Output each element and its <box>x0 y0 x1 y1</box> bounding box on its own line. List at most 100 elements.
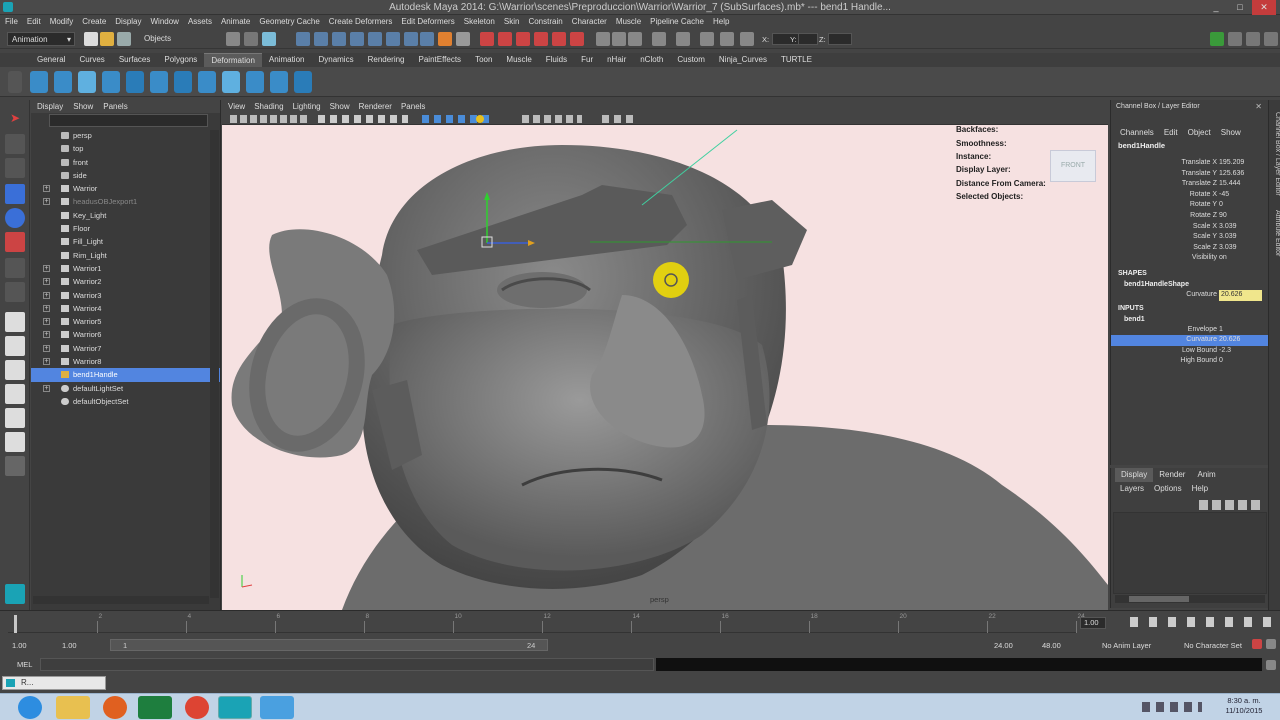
end-time-field[interactable]: 48.00 <box>1042 641 1061 650</box>
expand-icon[interactable]: + <box>43 331 50 339</box>
chrome-icon[interactable] <box>185 696 209 719</box>
layer-tab-display[interactable]: Display <box>1115 468 1154 482</box>
shelf-tab-surfaces[interactable]: Surfaces <box>112 53 158 67</box>
input-line-icon[interactable] <box>596 32 610 46</box>
internet-explorer-icon[interactable] <box>18 696 42 719</box>
channel-value[interactable]: 0 <box>1219 200 1223 211</box>
viewport-menu-lighting[interactable]: Lighting <box>293 102 321 111</box>
new-scene-icon[interactable] <box>84 32 98 46</box>
lock-icon[interactable] <box>438 32 452 46</box>
layout-toggle-icon[interactable] <box>1210 32 1224 46</box>
move-tool-icon[interactable] <box>5 184 25 204</box>
viewport-menu-renderer[interactable]: Renderer <box>359 102 392 111</box>
shelf-menu-icon[interactable] <box>8 71 22 93</box>
xray-icons[interactable] <box>602 115 638 123</box>
batch-render-icon[interactable] <box>570 32 584 46</box>
input-channel-value[interactable]: -2.3 <box>1219 346 1231 357</box>
outliner-item[interactable]: + Warrior7 <box>31 342 220 355</box>
four-view-layout-icon[interactable] <box>5 336 25 356</box>
outliner-item[interactable]: + Warrior5 <box>31 315 220 328</box>
menu-muscle[interactable]: Muscle <box>616 17 641 26</box>
shelf-tab-fluids[interactable]: Fluids <box>539 53 574 67</box>
channel-row[interactable]: Scale Y 3.039 <box>1111 232 1268 243</box>
menu-assets[interactable]: Assets <box>188 17 212 26</box>
channel-row[interactable]: Translate Y 125.636 <box>1111 169 1268 180</box>
render-settings-icon[interactable] <box>516 32 530 46</box>
channel-value[interactable]: 3.039 <box>1219 243 1237 254</box>
viewport-menu-show[interactable]: Show <box>330 102 350 111</box>
camera-tools-icons[interactable] <box>230 115 310 123</box>
notes-icon[interactable] <box>260 696 294 719</box>
expand-icon[interactable]: + <box>43 278 50 286</box>
lattice-icon[interactable] <box>54 71 72 93</box>
expand-icon[interactable]: + <box>43 264 50 272</box>
channel-row[interactable]: Rotate X -45 <box>1111 190 1268 201</box>
shelf-tab-toon[interactable]: Toon <box>468 53 499 67</box>
channel-menu-object[interactable]: Object <box>1188 128 1211 137</box>
current-time-marker[interactable] <box>14 615 17 633</box>
y-coordinate-field[interactable] <box>798 33 818 45</box>
expand-icon[interactable]: + <box>43 358 50 366</box>
ipr-render-icon[interactable] <box>498 32 512 46</box>
outliner-item[interactable]: defaultObjectSet <box>31 395 220 408</box>
shelf-tab-painteffects[interactable]: PaintEffects <box>412 53 469 67</box>
perspective-viewport[interactable]: Backfaces: Smoothness: Instance: Display… <box>222 125 1108 610</box>
outliner-item[interactable]: + Warrior6 <box>31 328 220 341</box>
select-component-icon[interactable] <box>262 32 276 46</box>
render-view-icon[interactable] <box>456 32 470 46</box>
mel-label[interactable]: MEL <box>17 660 32 669</box>
channel-box-toggle-icon[interactable] <box>1264 32 1278 46</box>
menu-constrain[interactable]: Constrain <box>528 17 562 26</box>
selection-mode-dropdown[interactable]: Objects <box>140 32 212 46</box>
menu-animate[interactable]: Animate <box>221 17 250 26</box>
outliner-item[interactable]: + Warrior4 <box>31 302 220 315</box>
sculpt-icon[interactable] <box>270 71 288 93</box>
outliner-item[interactable]: + headusOBJexport1 <box>31 195 220 208</box>
channel-row[interactable]: Rotate Z 90 <box>1111 211 1268 222</box>
shelf-tab-dynamics[interactable]: Dynamics <box>311 53 360 67</box>
shelf-tab-ninja_curves[interactable]: Ninja_Curves <box>712 53 774 67</box>
channel-value[interactable]: 3.039 <box>1219 222 1237 233</box>
outliner-item[interactable]: Fill_Light <box>31 235 220 248</box>
layer-list[interactable] <box>1113 512 1267 594</box>
z-coordinate-field[interactable] <box>828 33 852 45</box>
channel-value[interactable]: 125.636 <box>1219 169 1244 180</box>
current-frame-field[interactable]: 1.00 <box>1080 617 1106 629</box>
wave-icon[interactable] <box>246 71 264 93</box>
channel-row[interactable]: Visibility on <box>1111 253 1268 264</box>
channel-value[interactable]: -45 <box>1219 190 1229 201</box>
wrap-icon[interactable] <box>78 71 96 93</box>
maximize-button[interactable]: □ <box>1228 0 1252 15</box>
input-channel-row[interactable]: Curvature 20.626 <box>1111 335 1268 346</box>
channel-box-tab[interactable]: Channel Box / Layer Editor <box>1269 112 1280 202</box>
input-channel-row[interactable]: Low Bound -2.3 <box>1111 346 1268 357</box>
display-mode-icons[interactable] <box>318 115 408 123</box>
soft-mod-tool-icon[interactable] <box>5 258 25 278</box>
twist-icon[interactable] <box>222 71 240 93</box>
channel-row[interactable]: Scale Z 3.039 <box>1111 243 1268 254</box>
custom-layout-icon[interactable] <box>5 432 25 452</box>
help-icon[interactable] <box>420 32 434 46</box>
auto-key-icon[interactable] <box>1252 639 1262 649</box>
shelf-tab-animation[interactable]: Animation <box>262 53 312 67</box>
viewport-menu-panels[interactable]: Panels <box>401 102 425 111</box>
squash-icon[interactable] <box>198 71 216 93</box>
channel-value[interactable]: 90 <box>1219 211 1227 222</box>
snap-curve-icon[interactable] <box>314 32 328 46</box>
render-globals-icon[interactable] <box>552 32 566 46</box>
single-perspective-layout-icon[interactable] <box>5 312 25 332</box>
input-channel-value[interactable]: 20.626 <box>1219 335 1240 346</box>
channel-menu-edit[interactable]: Edit <box>1164 128 1178 137</box>
outliner-vertical-scrollbar[interactable] <box>210 130 219 598</box>
rename-icon[interactable] <box>628 32 642 46</box>
snap-grid-icon[interactable] <box>296 32 310 46</box>
outliner-item[interactable]: Floor <box>31 222 220 235</box>
outliner-item[interactable]: bend1Handle <box>31 368 220 382</box>
outliner-item[interactable]: Key_Light <box>31 209 220 222</box>
shape-curvature-row[interactable]: Curvature 20.626 <box>1111 289 1268 301</box>
command-input[interactable] <box>40 658 654 671</box>
time-ruler[interactable]: 24681012141618202224 <box>8 613 1085 633</box>
outliner-item[interactable]: top <box>31 142 220 155</box>
channel-row[interactable]: Scale X 3.039 <box>1111 222 1268 233</box>
outliner-menu-display[interactable]: Display <box>37 102 63 111</box>
